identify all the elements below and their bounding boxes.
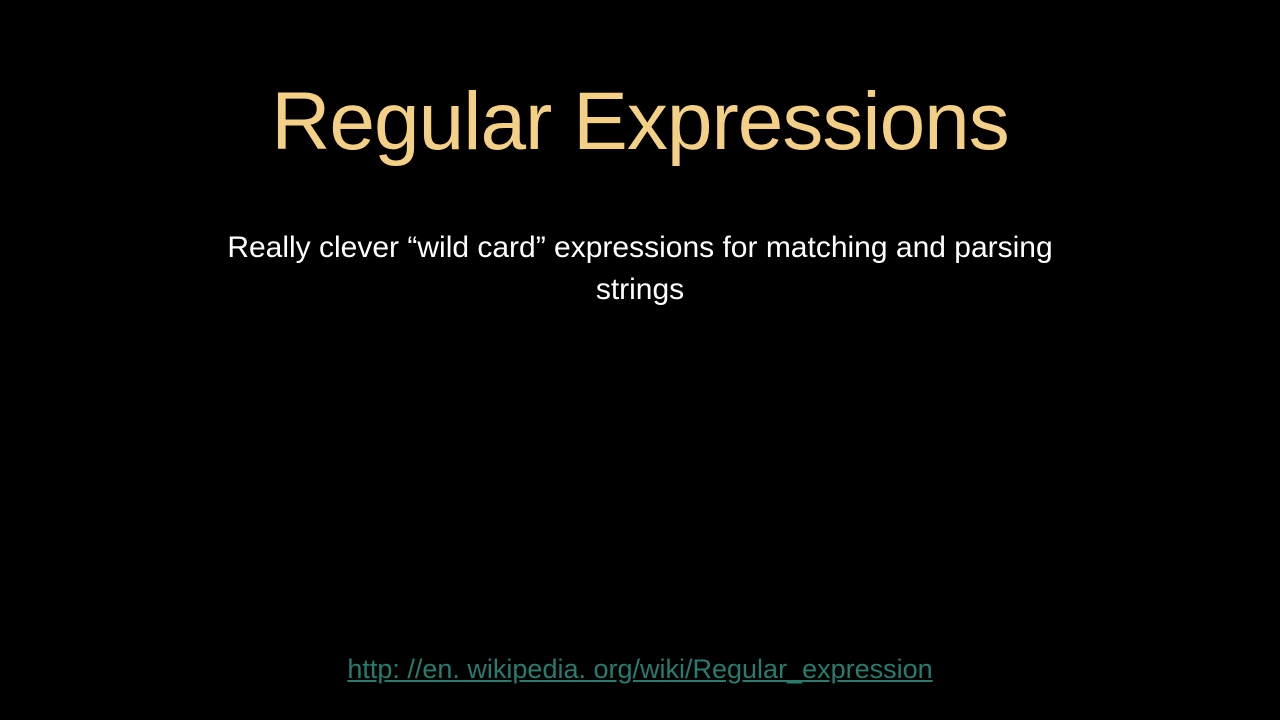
slide-subtitle: Really clever “wild card” expressions fo… [190,227,1090,311]
slide-container: Regular Expressions Really clever “wild … [0,0,1280,720]
reference-link[interactable]: http: //en. wikipedia. org/wiki/Regular_… [347,654,932,685]
slide-title: Regular Expressions [271,75,1009,169]
